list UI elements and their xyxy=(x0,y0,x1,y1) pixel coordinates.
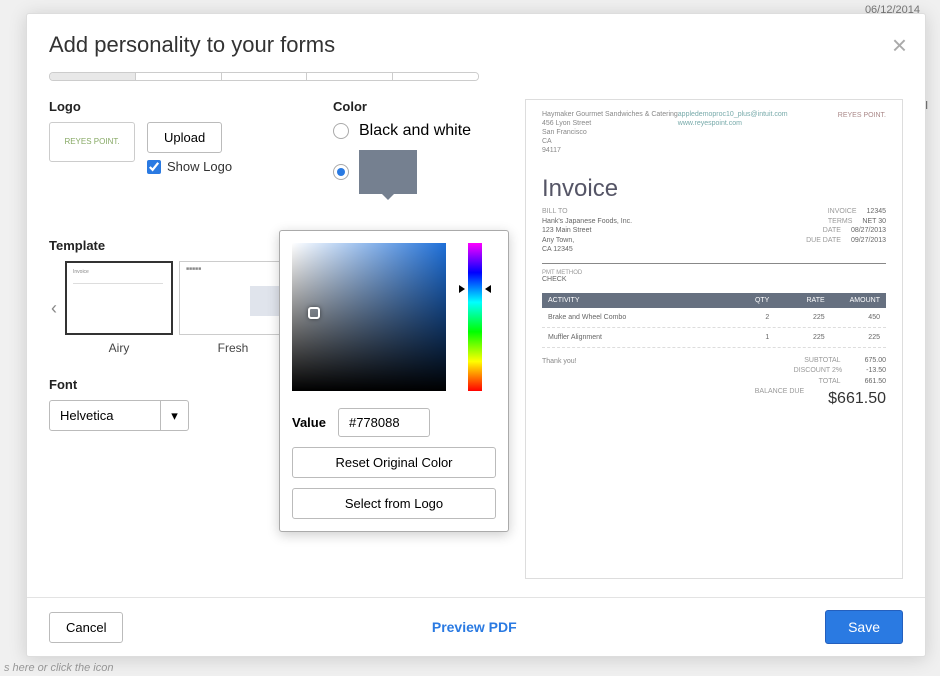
table-row: Muffler Alignment 1 225 225 xyxy=(542,328,886,348)
color-value-label: Value xyxy=(292,415,326,430)
upload-button[interactable]: Upload xyxy=(147,122,222,153)
template-name-airy: Airy xyxy=(65,341,173,355)
preview-logo: REYES POINT. xyxy=(838,112,886,119)
tab-style[interactable]: Style xyxy=(50,73,136,81)
modal-header: Add personality to your forms × xyxy=(27,14,925,72)
template-name-fresh: Fresh xyxy=(179,341,287,355)
template-section-label: Template xyxy=(49,238,311,253)
preview-pmt-method: CHECK xyxy=(542,276,886,283)
template-card-fresh[interactable]: ■■■■■ Fresh xyxy=(179,261,287,355)
cancel-button[interactable]: Cancel xyxy=(49,612,123,643)
template-card-airy[interactable]: Invoice Airy xyxy=(65,261,173,355)
font-section: Font Helvetica ▾ xyxy=(49,377,311,431)
tab-more[interactable]: More xyxy=(393,73,478,81)
invoice-preview: Haymaker Gourmet Sandwiches & Catering 4… xyxy=(525,99,903,579)
tab-bar: Style Header Columns Footer More xyxy=(49,72,479,81)
reset-color-button[interactable]: Reset Original Color xyxy=(292,447,496,478)
tab-footer[interactable]: Footer xyxy=(307,73,393,81)
sv-handle[interactable] xyxy=(308,307,320,319)
preview-title: Invoice xyxy=(542,155,886,203)
preview-meta: INVOICE12345 TERMSNET 30 DATE08/27/2013 … xyxy=(806,207,886,254)
show-logo-checkbox[interactable] xyxy=(147,160,161,174)
font-select-value: Helvetica xyxy=(60,408,113,423)
save-button[interactable]: Save xyxy=(825,610,903,644)
color-sv-area[interactable] xyxy=(292,243,446,391)
modal-footer: Cancel Preview PDF Save xyxy=(27,597,925,656)
modal-body: Logo REYES POINT. Upload Show Logo Templ… xyxy=(27,81,925,597)
close-icon[interactable]: × xyxy=(892,30,907,61)
preview-table-header: ACTIVITY QTY RATE AMOUNT xyxy=(542,293,886,308)
radio-bw[interactable] xyxy=(333,123,349,139)
template-thumb-fresh: ■■■■■ xyxy=(179,261,287,335)
preview-table: ACTIVITY QTY RATE AMOUNT Brake and Wheel… xyxy=(542,293,886,348)
chevron-down-icon: ▾ xyxy=(160,401,188,430)
color-swatch[interactable] xyxy=(359,150,417,194)
template-prev-icon[interactable]: ‹ xyxy=(49,298,59,319)
preview-thank-you: Thank you! xyxy=(542,358,755,412)
color-hue-bar[interactable] xyxy=(468,243,482,391)
logo-preview[interactable]: REYES POINT. xyxy=(49,122,135,162)
color-picker-popover: Value Reset Original Color Select from L… xyxy=(279,230,509,532)
font-section-label: Font xyxy=(49,377,311,392)
font-select[interactable]: Helvetica ▾ xyxy=(49,400,189,431)
template-thumb-airy: Invoice xyxy=(65,261,173,335)
select-from-logo-button[interactable]: Select from Logo xyxy=(292,488,496,519)
logo-brand-text: REYES POINT. xyxy=(64,138,119,146)
bw-label: Black and white xyxy=(359,122,471,140)
radio-custom-color[interactable] xyxy=(333,164,349,180)
modal: Add personality to your forms × Style He… xyxy=(26,13,926,657)
show-logo-label: Show Logo xyxy=(167,159,232,174)
color-section-label: Color xyxy=(333,99,503,114)
preview-totals: SUBTOTAL675.00 DISCOUNT 2%-13.50 TOTAL66… xyxy=(755,356,886,412)
left-column: Logo REYES POINT. Upload Show Logo Templ… xyxy=(49,99,311,579)
modal-title: Add personality to your forms xyxy=(49,32,903,58)
template-section: Template ‹ Invoice Airy ■■■■■ xyxy=(49,238,311,355)
preview-bill-to: BILL TO Hank's Japanese Foods, Inc. 123 … xyxy=(542,207,806,254)
bg-hint-text: s here or click the icon xyxy=(4,662,113,674)
table-row: Brake and Wheel Combo 2 225 450 xyxy=(542,308,886,328)
tab-header[interactable]: Header xyxy=(136,73,222,81)
logo-section-label: Logo xyxy=(49,99,311,114)
preview-company: Haymaker Gourmet Sandwiches & Catering 4… xyxy=(542,110,678,155)
color-value-input[interactable] xyxy=(338,408,430,437)
tab-columns[interactable]: Columns xyxy=(222,73,308,81)
preview-pdf-link[interactable]: Preview PDF xyxy=(123,619,825,635)
hue-handle[interactable] xyxy=(465,285,485,291)
